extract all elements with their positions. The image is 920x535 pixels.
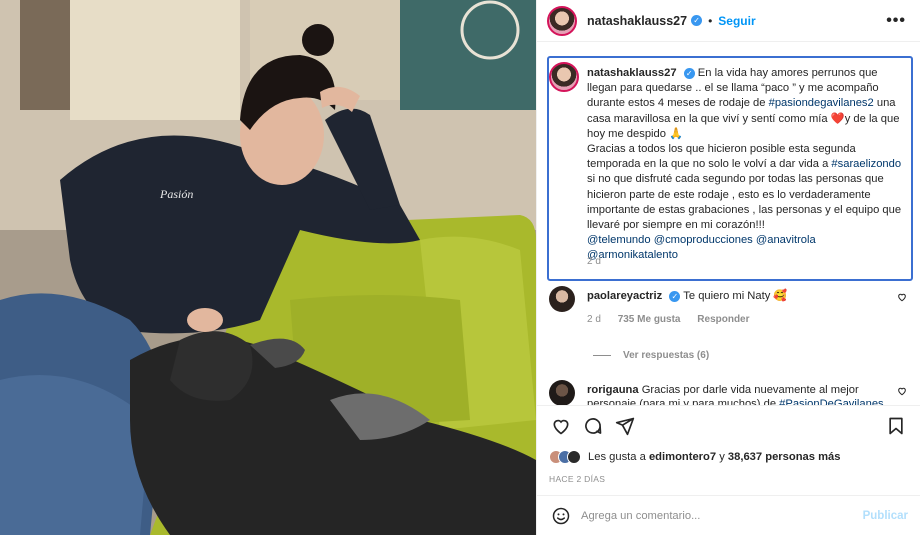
caption-part-5: si no que disfruté cada segundo por toda… <box>587 173 902 232</box>
comment-meta: 2 d 735 Me gusta Responder <box>587 314 764 325</box>
author-avatar[interactable] <box>547 5 577 36</box>
comment-text: paolareyactriz ✓ Te quiero mi Naty 🥰 <box>587 289 787 302</box>
comment-input[interactable] <box>581 509 863 522</box>
likes-count[interactable]: 38,637 personas más <box>728 451 841 463</box>
verified-icon: ✓ <box>669 290 681 302</box>
pray-emoji: 🙏 <box>669 127 684 140</box>
comment-body: Te quiero mi Naty <box>683 290 774 302</box>
comment-age: 2 d <box>587 314 601 325</box>
save-button[interactable] <box>884 414 908 438</box>
caption-age: 2 d <box>587 256 601 267</box>
reply-button[interactable]: Responder <box>697 314 749 325</box>
likes-text: Les gusta a edimontero7 y 38,637 persona… <box>588 451 840 463</box>
post-header: natashaklauss27 ✓ • Seguir ••• <box>537 0 920 42</box>
caption-text: natashaklauss27 ✓ En la vida hay amores … <box>587 66 909 264</box>
post-time: HACE 2 DÍAS <box>549 474 606 484</box>
caption-username[interactable]: natashaklauss27 <box>587 67 677 79</box>
hashtag-link[interactable]: #pasiondegavilanes2 <box>769 97 874 109</box>
post-photo[interactable]: Pasión <box>0 0 536 535</box>
comment-button[interactable] <box>581 414 605 438</box>
caption-part-4: Gracias a todos los que hicieron posible… <box>587 143 856 171</box>
separator-dot: • <box>708 13 713 28</box>
commenter-username[interactable]: rorigauna <box>587 384 639 396</box>
hashtag-link[interactable]: #saraelizondo <box>831 158 901 170</box>
mention-link[interactable]: @anavitrola <box>756 234 816 246</box>
bookmark-icon <box>889 417 903 434</box>
comments-section[interactable]: natashaklauss27 ✓ En la vida hay amores … <box>537 56 920 406</box>
likes-middle: y <box>716 451 728 463</box>
commenter-avatar[interactable] <box>549 380 575 406</box>
publish-button[interactable]: Publicar <box>863 510 908 522</box>
emoji-button[interactable] <box>549 504 573 528</box>
small-heart-icon[interactable] <box>897 386 907 396</box>
action-bar <box>537 405 920 445</box>
post-photo-illustration: Pasión <box>0 0 536 535</box>
heart-emoji: ❤️ <box>830 112 845 125</box>
verified-icon: ✓ <box>691 15 703 26</box>
commenter-avatar[interactable] <box>549 286 575 312</box>
commenter-username[interactable]: paolareyactriz <box>587 290 662 302</box>
svg-text:Pasión: Pasión <box>159 187 193 201</box>
first-liker[interactable]: edimontero7 <box>649 451 716 463</box>
like-button[interactable] <box>549 414 573 438</box>
replies-line <box>593 355 611 356</box>
emoji-icon <box>552 507 570 524</box>
heart-icon <box>553 419 569 435</box>
comment-text: rorigauna Gracias por darle vida nuevame… <box>587 383 887 406</box>
mention-link[interactable]: @cmoproducciones <box>654 234 753 246</box>
liker-avatar[interactable] <box>567 450 581 464</box>
verified-icon: ✓ <box>683 67 695 79</box>
caption-avatar[interactable] <box>549 62 579 92</box>
view-replies-button[interactable]: Ver respuestas (6) <box>593 350 709 361</box>
view-replies-label: Ver respuestas (6) <box>623 350 710 361</box>
small-heart-icon[interactable] <box>897 292 907 302</box>
comment-likes[interactable]: 735 Me gusta <box>618 314 681 325</box>
comment-bar: Publicar <box>537 495 920 535</box>
likes-summary: Les gusta a edimontero7 y 38,637 persona… <box>549 446 908 468</box>
post-sidebar: natashaklauss27 ✓ • Seguir ••• natashakl… <box>536 0 920 535</box>
author-username[interactable]: natashaklauss27 <box>587 14 687 28</box>
share-button[interactable] <box>613 414 637 438</box>
share-icon <box>615 417 635 435</box>
follow-button[interactable]: Seguir <box>718 14 755 28</box>
likes-prefix: Les gusta a <box>588 451 649 463</box>
smile-hearts-emoji: 🥰 <box>773 290 788 302</box>
mention-link[interactable]: @telemundo <box>587 234 651 246</box>
comment-icon <box>585 417 602 434</box>
more-options-icon[interactable]: ••• <box>886 12 906 30</box>
caption-highlight: natashaklauss27 ✓ En la vida hay amores … <box>547 56 913 281</box>
